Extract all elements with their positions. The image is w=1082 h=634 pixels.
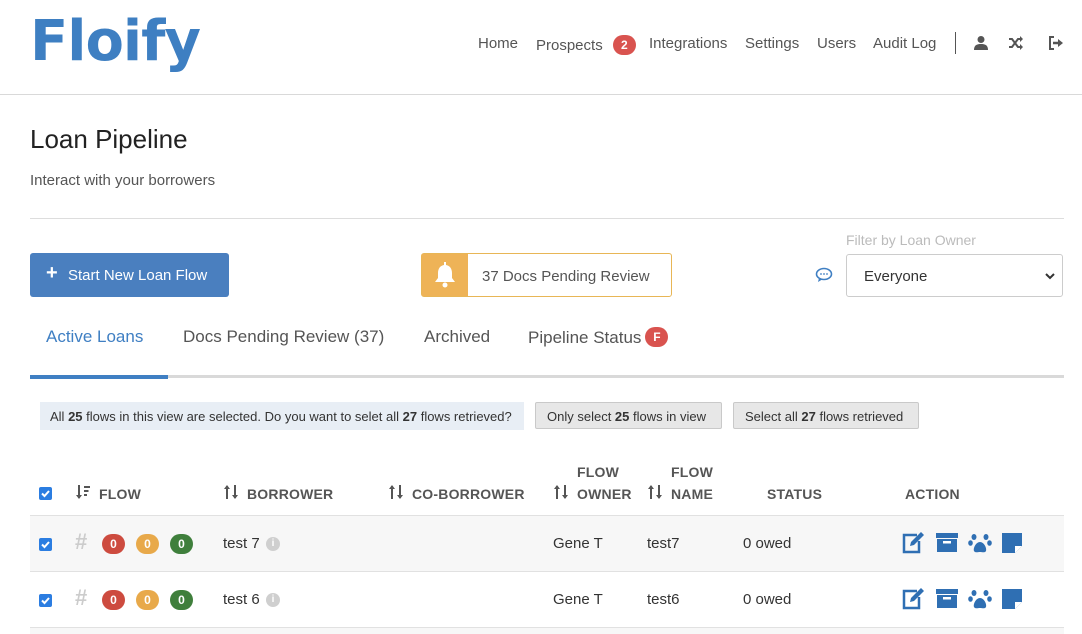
nav-integrations[interactable]: Integrations — [649, 35, 727, 52]
comment-icon[interactable] — [815, 267, 833, 283]
plus-icon: + — [46, 262, 58, 284]
tab-archived[interactable]: Archived — [424, 327, 490, 347]
flow-owner: Gene T — [553, 535, 603, 552]
count-badge-green: 0 — [170, 534, 193, 554]
page-title: Loan Pipeline — [30, 124, 188, 154]
flow-name: test7 — [647, 535, 680, 552]
sign-out-icon[interactable] — [1048, 35, 1064, 51]
row-checkbox[interactable] — [39, 538, 52, 551]
button-count: 27 — [801, 409, 816, 424]
table-row[interactable] — [30, 628, 1064, 634]
note-icon[interactable] — [1000, 587, 1024, 611]
nav-home[interactable]: Home — [478, 35, 518, 52]
note-icon[interactable] — [1000, 531, 1024, 555]
user-icon[interactable] — [973, 35, 989, 51]
start-new-loan-flow-label: Start New Loan Flow — [68, 267, 208, 284]
archive-icon[interactable] — [935, 531, 959, 555]
column-header-co-borrower[interactable]: CO-BORROWER — [412, 486, 525, 502]
start-new-loan-flow-button[interactable]: + Start New Loan Flow — [30, 253, 229, 297]
archive-icon[interactable] — [935, 587, 959, 611]
status-text: 0 owed — [743, 591, 792, 608]
count-badge-red: 0 — [102, 590, 125, 610]
column-header-flow[interactable]: FLOW — [99, 486, 141, 502]
column-header-status: STATUS — [767, 486, 823, 502]
status-text: 0 owed — [743, 535, 792, 552]
button-text: flows in view — [629, 409, 706, 424]
info-icon[interactable]: i — [266, 593, 280, 607]
docs-pending-review-button[interactable]: 37 Docs Pending Review — [421, 253, 672, 297]
nav-prospects[interactable]: Prospects 2 — [536, 35, 636, 55]
paw-icon[interactable] — [968, 531, 992, 555]
paw-icon[interactable] — [968, 587, 992, 611]
chevron-down-icon — [1045, 273, 1055, 280]
top-navbar: Floify Home Prospects 2 Integrations Set… — [0, 0, 1082, 95]
select-all-retrieved-button[interactable]: Select all 27 flows retrieved — [733, 402, 919, 429]
row-checkbox[interactable] — [39, 594, 52, 607]
nav-divider — [955, 32, 956, 54]
tab-bar-line — [30, 375, 1064, 378]
filter-by-loan-owner-label: Filter by Loan Owner — [846, 232, 976, 248]
bell-icon — [422, 254, 468, 296]
borrower-name[interactable]: test 6 — [223, 591, 260, 608]
button-text: Select all — [745, 409, 802, 424]
count-badge-orange: 0 — [136, 534, 159, 554]
sort-icon[interactable] — [223, 484, 239, 500]
sort-icon[interactable] — [388, 484, 404, 500]
tab-pipeline-status-label: Pipeline Status — [528, 328, 642, 347]
banner-text: All — [50, 409, 69, 424]
nav-audit-log[interactable]: Audit Log — [873, 35, 936, 52]
tab-pipeline-status[interactable]: Pipeline Status F — [528, 327, 669, 348]
sort-icon[interactable] — [647, 484, 663, 500]
flow-name: test6 — [647, 591, 680, 608]
edit-icon[interactable] — [901, 587, 925, 611]
column-header-action: ACTION — [905, 486, 960, 502]
tab-docs-pending-review[interactable]: Docs Pending Review (37) — [183, 327, 384, 347]
nav-users[interactable]: Users — [817, 35, 856, 52]
banner-count: 27 — [402, 409, 418, 424]
edit-icon[interactable] — [901, 531, 925, 555]
banner-text: flows in this view are selected. Do you … — [82, 409, 403, 424]
page-subtitle: Interact with your borrowers — [30, 172, 216, 189]
tab-active-loans[interactable]: Active Loans — [46, 327, 143, 347]
flow-owner: Gene T — [553, 591, 603, 608]
sort-icon[interactable] — [553, 484, 569, 500]
column-header-flow-name-line2[interactable]: NAME — [671, 486, 713, 502]
active-tab-indicator — [30, 375, 168, 379]
loan-owner-select[interactable]: Everyone — [846, 254, 1063, 297]
table-divider — [30, 571, 1064, 572]
banner-text: flows retrieved? — [417, 409, 512, 424]
divider — [30, 218, 1064, 219]
select-all-checkbox[interactable] — [39, 487, 52, 500]
column-header-flow-owner-line1[interactable]: FLOW — [577, 464, 619, 480]
floify-logo[interactable]: Floify — [30, 4, 201, 80]
pipeline-status-badge: F — [645, 327, 669, 347]
button-count: 25 — [614, 409, 630, 424]
prospects-count-badge: 2 — [612, 35, 636, 55]
hash-icon: # — [75, 585, 88, 610]
loan-owner-select-value: Everyone — [864, 268, 928, 285]
borrower-name[interactable]: test 7 — [223, 535, 260, 552]
info-icon[interactable]: i — [266, 537, 280, 551]
count-badge-green: 0 — [170, 590, 193, 610]
selection-banner: All 25 flows in this view are selected. … — [40, 402, 524, 430]
docs-pending-review-label: 37 Docs Pending Review — [482, 268, 650, 285]
button-text: Only select — [547, 409, 615, 424]
sort-desc-icon[interactable] — [75, 484, 91, 500]
shuffle-icon[interactable] — [1008, 35, 1024, 51]
banner-count: 25 — [68, 409, 83, 424]
column-header-flow-owner-line2[interactable]: OWNER — [577, 486, 632, 502]
count-badge-orange: 0 — [136, 590, 159, 610]
column-header-flow-name-line1[interactable]: FLOW — [671, 464, 713, 480]
button-text: flows retrieved — [815, 409, 904, 424]
column-header-borrower[interactable]: BORROWER — [247, 486, 333, 502]
only-select-in-view-button[interactable]: Only select 25 flows in view — [535, 402, 722, 429]
nav-prospects-label: Prospects — [536, 37, 603, 54]
count-badge-red: 0 — [102, 534, 125, 554]
nav-settings[interactable]: Settings — [745, 35, 799, 52]
hash-icon: # — [75, 529, 88, 554]
